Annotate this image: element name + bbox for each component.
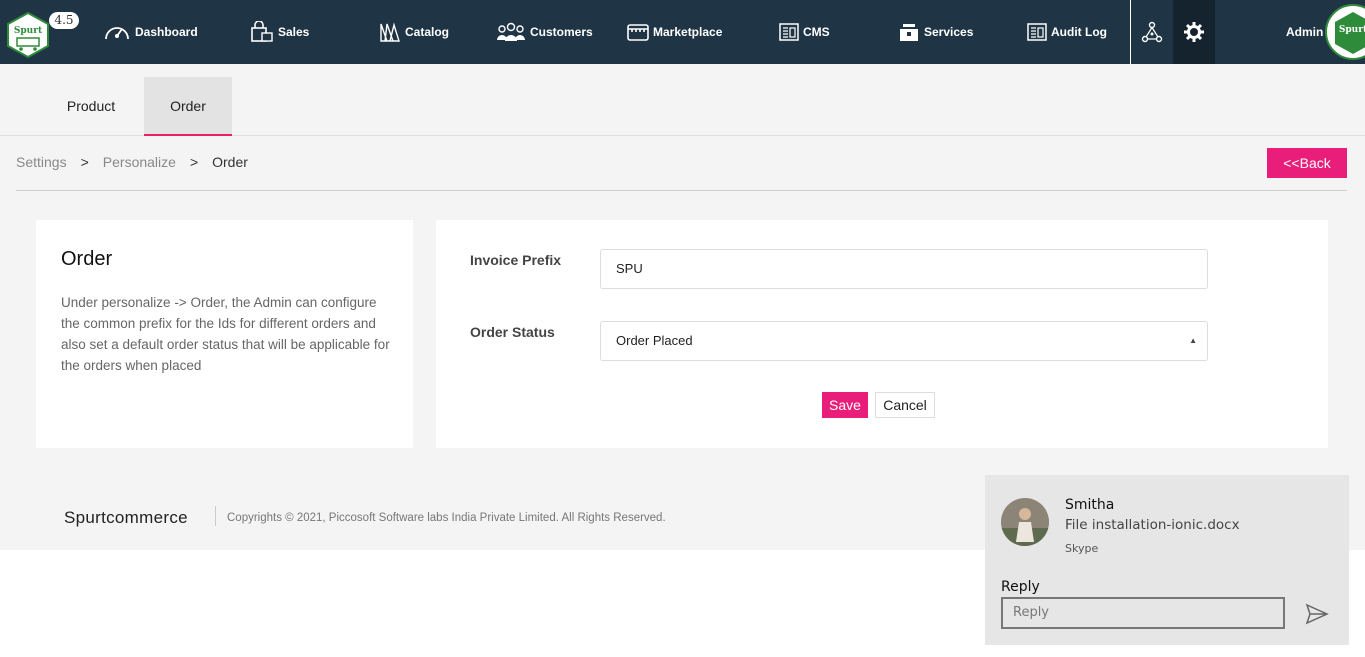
- spurt-logo[interactable]: Spurt: [6, 12, 50, 58]
- notification-app: Skype: [1065, 542, 1099, 555]
- settings-button[interactable]: [1173, 0, 1215, 64]
- nav-label: Dashboard: [135, 25, 198, 39]
- info-card: Order Under personalize -> Order, the Ad…: [36, 220, 413, 448]
- order-settings-form: Invoice Prefix SPU Order Status Order Pl…: [436, 220, 1328, 448]
- send-icon[interactable]: [1305, 603, 1329, 625]
- breadcrumb-separator: >: [189, 154, 199, 170]
- skype-notification[interactable]: Smitha File installation-ionic.docx Skyp…: [985, 475, 1349, 645]
- dashboard-icon: [105, 27, 129, 40]
- nav-catalog[interactable]: Catalog: [379, 0, 449, 64]
- tab-product[interactable]: Product: [46, 77, 136, 136]
- cancel-button[interactable]: Cancel: [875, 392, 935, 418]
- nav-label: Services: [924, 25, 974, 39]
- services-icon: [900, 24, 918, 41]
- info-description: Under personalize -> Order, the Admin ca…: [61, 295, 390, 373]
- breadcrumb-settings[interactable]: Settings: [16, 154, 67, 170]
- svg-text:Spurt: Spurt: [1339, 25, 1365, 35]
- nav-label: CMS: [803, 25, 830, 39]
- sender-avatar: [1001, 498, 1049, 546]
- divider: [16, 190, 1347, 191]
- nav-label: Customers: [530, 25, 593, 39]
- nav-marketplace[interactable]: Marketplace: [627, 0, 722, 64]
- notification-message: File installation-ionic.docx: [1065, 517, 1240, 533]
- footer-brand: Spurtcommerce: [64, 508, 188, 527]
- breadcrumb: Settings > Personalize > Order: [16, 154, 248, 170]
- order-status-label: Order Status: [470, 324, 555, 340]
- invoice-prefix-input[interactable]: SPU: [600, 249, 1208, 289]
- shopping-bag-icon: [251, 21, 273, 42]
- nav-label: Catalog: [405, 25, 450, 39]
- nav-label: Sales: [278, 25, 310, 39]
- hierarchy-button[interactable]: [1131, 0, 1173, 64]
- admin-username[interactable]: Admin: [1286, 0, 1323, 64]
- footer-divider: [215, 506, 216, 526]
- nav-sales[interactable]: Sales: [250, 0, 309, 64]
- nav-services[interactable]: Services: [898, 0, 973, 64]
- breadcrumb-order: Order: [212, 154, 248, 170]
- back-button[interactable]: <<Back: [1267, 148, 1347, 178]
- nav-audit-log[interactable]: Audit Log: [1027, 0, 1107, 64]
- breadcrumb-personalize[interactable]: Personalize: [103, 154, 176, 170]
- nav-label: Audit Log: [1051, 25, 1107, 39]
- svg-text:Spurt: Spurt: [14, 26, 43, 36]
- footer-copyright: Copyrights © 2021, Piccosoft Software la…: [227, 512, 666, 524]
- nav-label: Marketplace: [653, 25, 723, 39]
- catalog-icon: [380, 22, 400, 42]
- reply-input[interactable]: Reply: [1001, 597, 1285, 629]
- hierarchy-icon: [1141, 21, 1163, 43]
- reply-label: Reply: [1001, 579, 1040, 595]
- tab-order[interactable]: Order: [144, 77, 232, 136]
- top-navbar: Spurt 4.5 Dashboard Sales Catalog Custom…: [0, 0, 1365, 64]
- invoice-prefix-label: Invoice Prefix: [470, 252, 562, 268]
- cms-icon: [779, 23, 799, 41]
- admin-avatar[interactable]: Spurt: [1325, 4, 1365, 60]
- settings-tabs: Product Order: [0, 64, 1365, 136]
- version-badge: 4.5: [49, 12, 79, 29]
- nav-customers[interactable]: Customers: [496, 0, 593, 64]
- select-arrows-icon: ▲: [1189, 336, 1197, 345]
- order-status-value: Order Placed: [616, 333, 693, 348]
- customers-icon: [497, 22, 525, 41]
- nav-cms[interactable]: CMS: [779, 0, 830, 64]
- gear-icon: [1184, 22, 1204, 42]
- sender-name: Smitha: [1065, 497, 1115, 513]
- nav-dashboard[interactable]: Dashboard: [103, 0, 198, 64]
- audit-log-icon: [1027, 23, 1047, 41]
- order-status-select[interactable]: Order Placed ▲: [600, 321, 1208, 361]
- save-button[interactable]: Save: [822, 392, 868, 418]
- marketplace-icon: [627, 24, 649, 41]
- breadcrumb-separator: >: [80, 154, 89, 170]
- info-title: Order: [61, 248, 113, 270]
